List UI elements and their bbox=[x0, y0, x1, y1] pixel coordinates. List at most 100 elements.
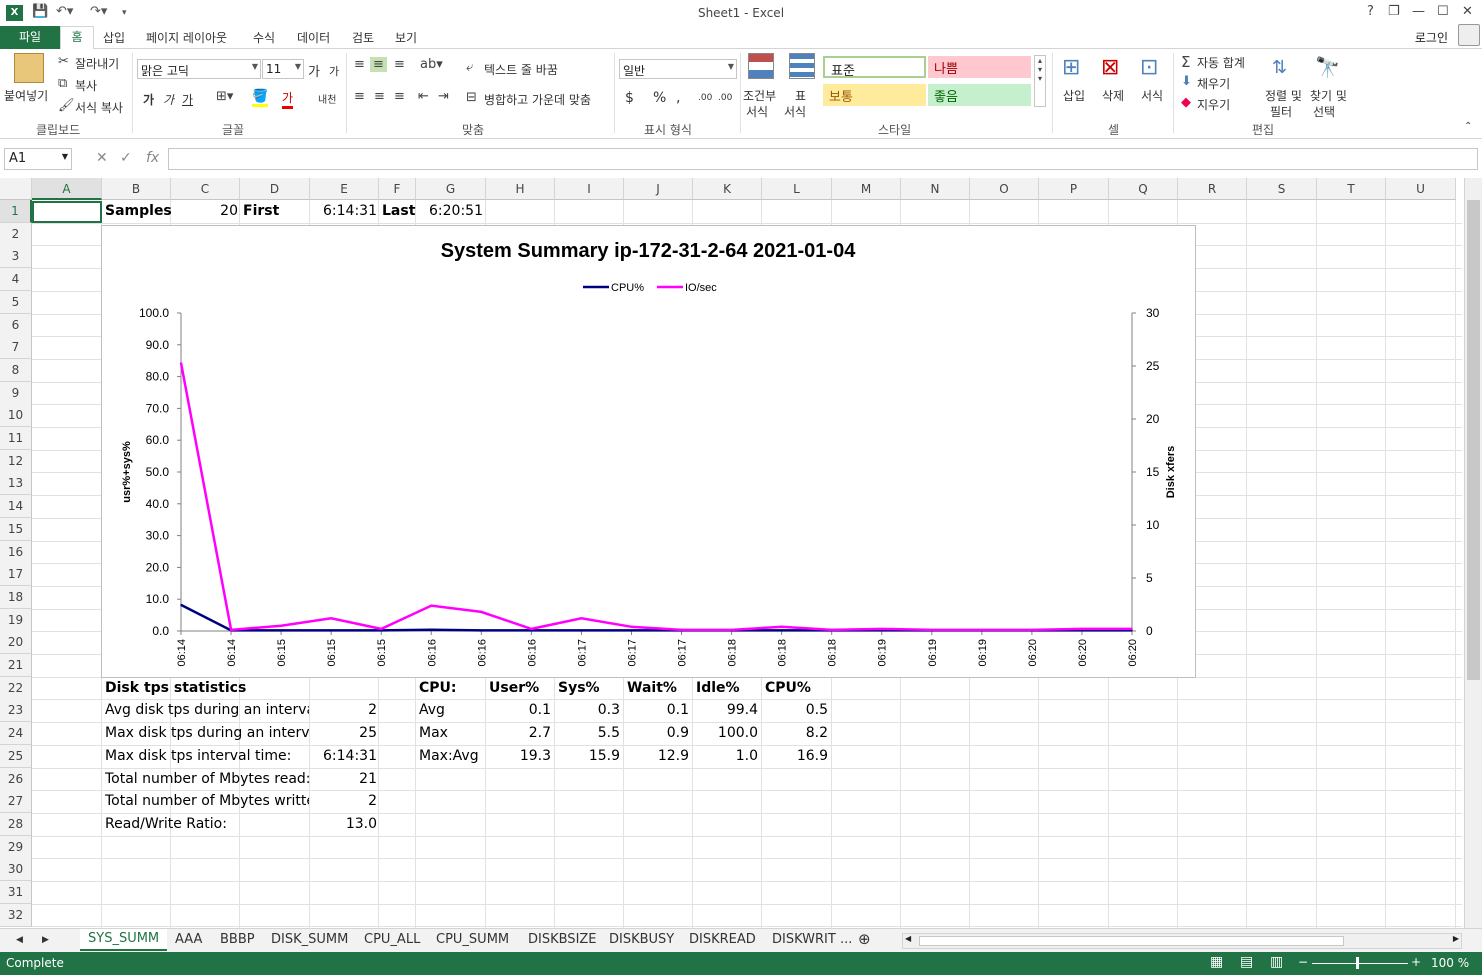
cpu-stat-value[interactable]: 19.3 bbox=[489, 745, 551, 767]
zoom-level[interactable]: 100 % bbox=[1431, 956, 1469, 970]
autosum-icon[interactable]: Σ bbox=[1181, 53, 1190, 71]
grow-font-button[interactable]: 가 bbox=[308, 61, 320, 80]
maximize-button[interactable]: ☐ bbox=[1437, 4, 1449, 19]
row-header-10[interactable]: 10 bbox=[0, 404, 32, 427]
horizontal-scroll-thumb[interactable] bbox=[919, 936, 1344, 946]
disk-stat-label[interactable]: Total number of Mbytes writte bbox=[105, 790, 309, 812]
clear-icon[interactable]: ◆ bbox=[1181, 95, 1191, 110]
column-header-n[interactable]: N bbox=[901, 178, 970, 200]
tab-scroll-left-icon[interactable]: ◀ bbox=[16, 935, 23, 945]
underline-button[interactable]: 가 bbox=[182, 91, 193, 108]
style-bad[interactable]: 나쁨 bbox=[928, 56, 1031, 78]
disk-stat-label[interactable]: Total number of Mbytes read: bbox=[105, 768, 309, 790]
disk-stat-label[interactable]: Read/Write Ratio: bbox=[105, 813, 309, 835]
column-header-o[interactable]: O bbox=[970, 178, 1039, 200]
tab-home[interactable]: 홈 bbox=[60, 26, 94, 50]
cpu-stat-label[interactable]: Max bbox=[419, 722, 481, 744]
decrease-indent-icon[interactable]: ⇤ bbox=[418, 89, 429, 104]
find-select-button[interactable]: 찾기 및 bbox=[1310, 87, 1347, 104]
merge-center-button[interactable]: 병합하고 가운데 맞춤 bbox=[484, 91, 591, 108]
wrap-text-icon[interactable]: ⤶ bbox=[466, 60, 473, 75]
format-cells-icon[interactable]: ⊡ bbox=[1140, 55, 1158, 80]
align-middle-icon[interactable]: ≡ bbox=[370, 57, 387, 72]
row-header-4[interactable]: 4 bbox=[0, 268, 32, 291]
close-button[interactable]: ✕ bbox=[1462, 4, 1473, 19]
cpu-stat-value[interactable]: 0.9 bbox=[627, 722, 689, 744]
cut-button[interactable]: 잘라내기 bbox=[75, 55, 119, 72]
column-header-l[interactable]: L bbox=[762, 178, 832, 200]
sheet-tab[interactable]: DISKBUSY bbox=[609, 932, 674, 947]
tab-insert[interactable]: 삽입 bbox=[103, 29, 125, 46]
format-as-table-button-line2[interactable]: 서식 bbox=[784, 103, 806, 120]
wrap-text-button[interactable]: 텍스트 줄 바꿈 bbox=[484, 61, 558, 78]
delete-cells-button[interactable]: 삭제 bbox=[1102, 87, 1124, 104]
cpu-stats-header[interactable]: CPU% bbox=[765, 677, 827, 699]
formula-input[interactable] bbox=[168, 148, 1478, 170]
style-normal[interactable]: 표준 bbox=[823, 56, 926, 79]
percent-button[interactable]: % bbox=[653, 90, 666, 106]
conditional-format-button[interactable]: 조건부 bbox=[743, 87, 776, 104]
align-center-icon[interactable]: ≡ bbox=[374, 89, 385, 104]
vertical-scroll-thumb[interactable] bbox=[1467, 200, 1480, 680]
cpu-stat-value[interactable]: 16.9 bbox=[765, 745, 828, 767]
sheet-tab[interactable]: AAA bbox=[175, 932, 202, 947]
name-box[interactable]: A1 ▼ bbox=[4, 148, 72, 170]
orientation-icon[interactable]: ab▾ bbox=[420, 57, 443, 72]
column-header-i[interactable]: I bbox=[555, 178, 624, 200]
column-header-c[interactable]: C bbox=[171, 178, 240, 200]
cpu-stats-header[interactable]: Sys% bbox=[558, 677, 620, 699]
select-all-corner[interactable] bbox=[0, 178, 32, 200]
column-header-t[interactable]: T bbox=[1317, 178, 1386, 200]
conditional-format-button-line2[interactable]: 서식 bbox=[746, 103, 768, 120]
row-header-17[interactable]: 17 bbox=[0, 563, 32, 586]
zoom-out-icon[interactable]: − bbox=[1298, 955, 1308, 969]
disk-stat-value[interactable]: 21 bbox=[313, 768, 377, 790]
scroll-left-icon[interactable]: ◀ bbox=[905, 934, 911, 943]
disk-stat-value[interactable]: 2 bbox=[313, 699, 377, 721]
sheet-tab[interactable]: BBBP bbox=[220, 932, 255, 947]
last-label[interactable]: Last bbox=[382, 200, 416, 222]
sheet-tab-sys-summ[interactable]: SYS_SUMM bbox=[80, 929, 168, 951]
row-header-6[interactable]: 6 bbox=[0, 314, 32, 337]
samples-value[interactable]: 20 bbox=[174, 200, 238, 222]
decrease-decimal-button[interactable]: .00 bbox=[718, 93, 732, 103]
avatar[interactable] bbox=[1458, 24, 1480, 46]
cpu-stat-value[interactable]: 8.2 bbox=[765, 722, 828, 744]
row-header-27[interactable]: 27 bbox=[0, 790, 32, 813]
phonetic-button[interactable]: 내천 bbox=[318, 91, 336, 106]
zoom-slider[interactable] bbox=[1312, 963, 1408, 964]
row-header-2[interactable]: 2 bbox=[0, 223, 32, 246]
row-header-22[interactable]: 22 bbox=[0, 677, 32, 700]
font-color-button[interactable]: 가 bbox=[282, 89, 294, 109]
column-header-q[interactable]: Q bbox=[1109, 178, 1178, 200]
comma-button[interactable]: , bbox=[676, 90, 680, 106]
cpu-stat-value[interactable]: 99.4 bbox=[696, 699, 758, 721]
row-header-1[interactable]: 1 bbox=[0, 200, 32, 223]
row-header-9[interactable]: 9 bbox=[0, 382, 32, 405]
number-format-combo[interactable]: 일반 ▼ bbox=[619, 59, 737, 79]
cpu-stats-header[interactable]: User% bbox=[489, 677, 551, 699]
sheet-tab[interactable]: DISKBSIZE bbox=[528, 932, 597, 947]
paste-icon[interactable] bbox=[14, 53, 44, 83]
samples-label[interactable]: Samples bbox=[105, 200, 171, 222]
italic-button[interactable]: 가 bbox=[163, 91, 174, 108]
cpu-stats-header[interactable]: Wait% bbox=[627, 677, 689, 699]
column-header-g[interactable]: G bbox=[416, 178, 486, 200]
style-neutral[interactable]: 보통 bbox=[823, 84, 926, 106]
row-header-23[interactable]: 23 bbox=[0, 699, 32, 722]
column-header-r[interactable]: R bbox=[1178, 178, 1247, 200]
cpu-stat-value[interactable]: 0.3 bbox=[558, 699, 620, 721]
row-header-8[interactable]: 8 bbox=[0, 359, 32, 382]
disk-stat-value[interactable]: 2 bbox=[313, 790, 377, 812]
chart[interactable]: System Summary ip-172-31-2-64 2021-01-04… bbox=[101, 225, 1196, 678]
disk-stats-header[interactable]: Disk tps statistics bbox=[105, 677, 305, 699]
row-header-12[interactable]: 12 bbox=[0, 450, 32, 473]
sheet-tab[interactable]: DISK_SUMM bbox=[271, 932, 348, 947]
row-header-32[interactable]: 32 bbox=[0, 904, 32, 927]
borders-icon[interactable]: ⊞▾ bbox=[216, 89, 233, 104]
column-header-p[interactable]: P bbox=[1039, 178, 1109, 200]
sheet-tab[interactable]: DISKWRIT ... bbox=[772, 932, 852, 947]
column-header-k[interactable]: K bbox=[693, 178, 762, 200]
cpu-stat-value[interactable]: 2.7 bbox=[489, 722, 551, 744]
cpu-stat-value[interactable]: 15.9 bbox=[558, 745, 620, 767]
